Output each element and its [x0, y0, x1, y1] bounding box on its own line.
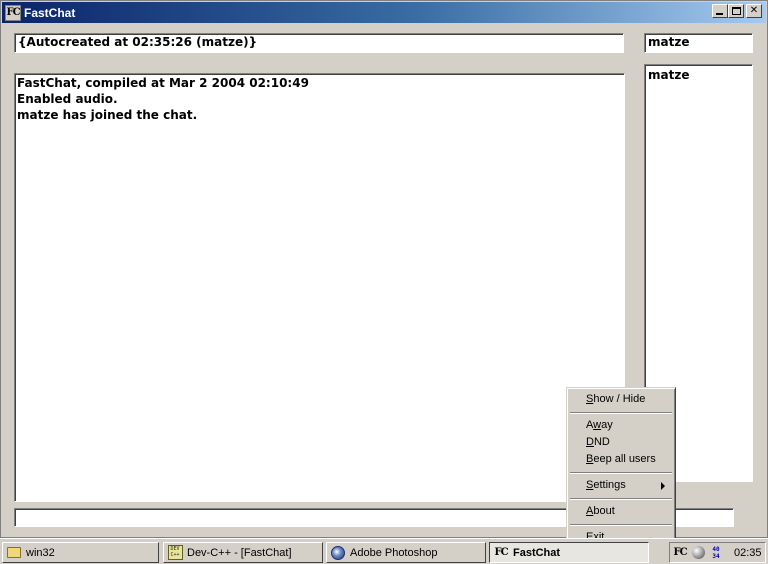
topic-field[interactable]: {Autocreated at 02:35:26 (matze)}: [14, 33, 624, 53]
photoshop-icon: [331, 545, 345, 560]
title-bar[interactable]: FC FastChat ✕: [2, 2, 766, 23]
minimize-button[interactable]: [712, 4, 728, 18]
taskbar-button-fastchat[interactable]: FC FastChat: [489, 542, 649, 563]
menu-item-beep-all-users[interactable]: Beep all users: [569, 451, 673, 468]
chat-line: Enabled audio.: [17, 92, 118, 106]
taskbar-button-devcpp[interactable]: DEV C++ Dev-C++ - [FastChat]: [163, 542, 323, 563]
nickname-field[interactable]: matze: [644, 33, 753, 53]
tray-context-menu: Show / Hide Away DND Beep all users Sett…: [566, 387, 676, 547]
taskbar-button-win32[interactable]: win32: [2, 542, 159, 563]
menu-item-dnd[interactable]: DND: [569, 434, 673, 451]
menu-item-away[interactable]: Away: [569, 417, 673, 434]
menu-separator: [569, 468, 673, 477]
task-label: Adobe Photoshop: [350, 546, 438, 559]
fastchat-tray-icon[interactable]: FC: [672, 545, 688, 561]
maximize-button[interactable]: [728, 4, 744, 18]
fastchat-app-icon[interactable]: FC: [5, 4, 21, 21]
folder-icon: [7, 547, 21, 558]
system-tray: FC 40 34 02:35: [669, 542, 766, 563]
clock[interactable]: 02:35: [734, 547, 762, 559]
user-list-item[interactable]: matze: [648, 67, 749, 83]
volume-icon[interactable]: [690, 545, 706, 561]
chat-line: FastChat, compiled at Mar 2 2004 02:10:4…: [17, 76, 309, 90]
submenu-arrow-icon: [661, 482, 665, 490]
task-label: FastChat: [513, 546, 561, 559]
menu-separator: [569, 408, 673, 417]
task-label: Dev-C++ - [FastChat]: [187, 546, 292, 559]
menu-item-show-hide[interactable]: Show / Hide: [569, 391, 673, 408]
menu-item-settings[interactable]: Settings: [569, 477, 673, 494]
close-button[interactable]: ✕: [746, 4, 762, 18]
cpu-meter-icon[interactable]: 40 34: [708, 545, 724, 561]
minimize-icon: [716, 13, 723, 15]
menu-separator: [569, 494, 673, 503]
maximize-icon: [732, 7, 741, 15]
taskbar-button-photoshop[interactable]: Adobe Photoshop: [326, 542, 486, 563]
chat-line: matze has joined the chat.: [17, 108, 198, 122]
menu-separator: [569, 520, 673, 529]
close-icon: ✕: [749, 5, 759, 16]
taskbar: win32 DEV C++ Dev-C++ - [FastChat] Adobe…: [0, 538, 768, 564]
fastchat-icon: FC: [494, 547, 508, 558]
menu-item-about[interactable]: About: [569, 503, 673, 520]
window-title: FastChat: [24, 5, 76, 20]
chat-log[interactable]: FastChat, compiled at Mar 2 2004 02:10:4…: [14, 73, 625, 502]
devcpp-icon: DEV C++: [167, 545, 183, 560]
task-label: win32: [26, 546, 55, 559]
